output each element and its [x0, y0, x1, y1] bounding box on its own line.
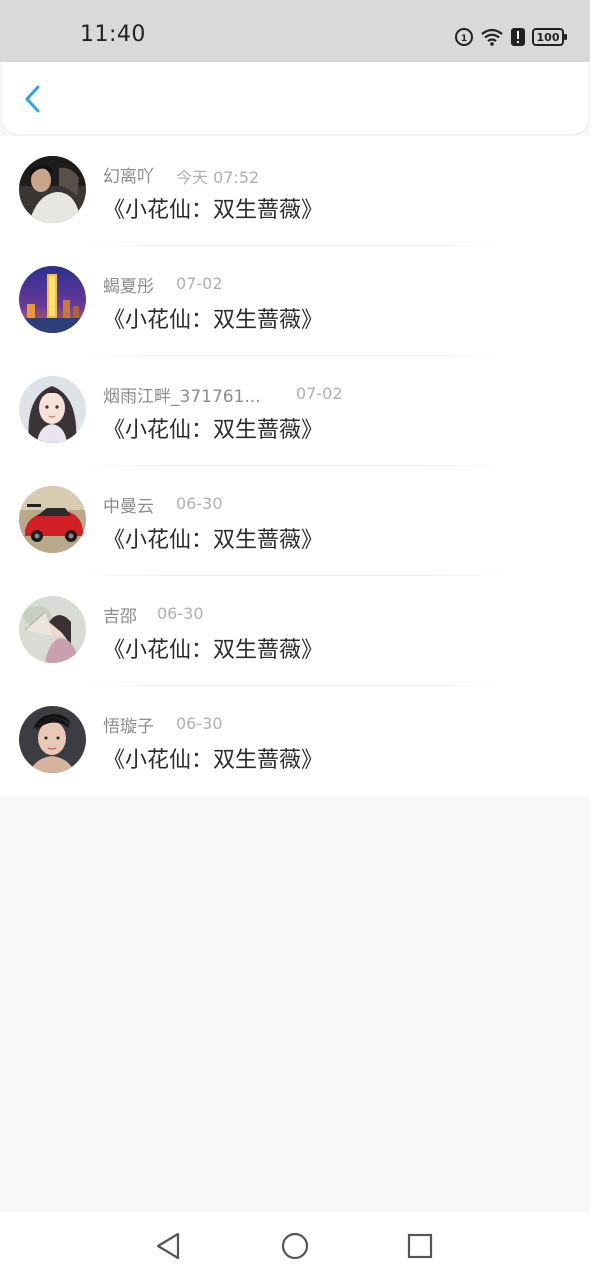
sender-name: 吉邵 — [103, 607, 137, 627]
timestamp: 07-02 — [296, 384, 343, 403]
list-item[interactable]: 悟璇子 06-30 《小花仙：双生蔷薇》 — [0, 686, 590, 796]
message-title: 《小花仙：双生蔷薇》 — [103, 198, 324, 223]
sender-name: 幻离吖 — [103, 167, 154, 187]
home-circle-icon — [281, 1232, 309, 1260]
message-title: 《小花仙：双生蔷薇》 — [103, 528, 324, 553]
message-title: 《小花仙：双生蔷薇》 — [103, 638, 324, 663]
timestamp: 06-30 — [176, 494, 223, 513]
message-title: 《小花仙：双生蔷薇》 — [103, 308, 324, 333]
sender-name: 悟璇子 — [103, 717, 154, 737]
timestamp: 06-30 — [157, 604, 204, 623]
avatar[interactable] — [19, 486, 86, 553]
svg-text:1: 1 — [461, 34, 467, 44]
sender-name: 中曼云 — [103, 497, 154, 517]
data-saver-icon: 1 — [454, 27, 474, 47]
battery-icon: 100 — [532, 28, 567, 46]
message-list: 幻离吖 今天 07:52 《小花仙：双生蔷薇》 蝎夏彤 07-02 《小花仙：双… — [0, 136, 590, 797]
sender-name: 蝎夏彤 — [103, 277, 154, 297]
message-title: 《小花仙：双生蔷薇》 — [103, 418, 324, 443]
sender-name: 烟雨江畔_371761... — [103, 387, 261, 407]
back-triangle-icon — [156, 1232, 180, 1260]
chevron-left-icon — [25, 85, 40, 113]
list-item[interactable]: 蝎夏彤 07-02 《小花仙：双生蔷薇》 — [0, 246, 590, 356]
nav-recents-button[interactable] — [404, 1230, 436, 1262]
recents-square-icon — [407, 1233, 433, 1259]
avatar[interactable] — [19, 266, 86, 333]
status-icons: 1 100 — [454, 24, 567, 50]
status-time: 11:40 — [80, 22, 146, 47]
status-bar: 11:40 1 100 — [0, 0, 590, 62]
list-item[interactable]: 烟雨江畔_371761... 07-02 《小花仙：双生蔷薇》 — [0, 356, 590, 466]
avatar[interactable] — [19, 376, 86, 443]
nav-back-button[interactable] — [152, 1230, 184, 1262]
alert-icon — [510, 27, 526, 47]
list-item[interactable]: 中曼云 06-30 《小花仙：双生蔷薇》 — [0, 466, 590, 576]
timestamp: 今天 07:52 — [176, 168, 260, 187]
list-item[interactable]: 幻离吖 今天 07:52 《小花仙：双生蔷薇》 — [0, 136, 590, 246]
nav-home-button[interactable] — [279, 1230, 311, 1262]
avatar[interactable] — [19, 706, 86, 773]
system-nav-bar — [0, 1212, 590, 1280]
wifi-icon — [480, 27, 504, 47]
back-button[interactable] — [18, 84, 48, 114]
avatar[interactable] — [19, 596, 86, 663]
timestamp: 07-02 — [176, 274, 223, 293]
message-title: 《小花仙：双生蔷薇》 — [103, 748, 324, 773]
avatar[interactable] — [19, 156, 86, 223]
timestamp: 06-30 — [176, 714, 223, 733]
list-item[interactable]: 吉邵 06-30 《小花仙：双生蔷薇》 — [0, 576, 590, 686]
header — [2, 62, 588, 134]
